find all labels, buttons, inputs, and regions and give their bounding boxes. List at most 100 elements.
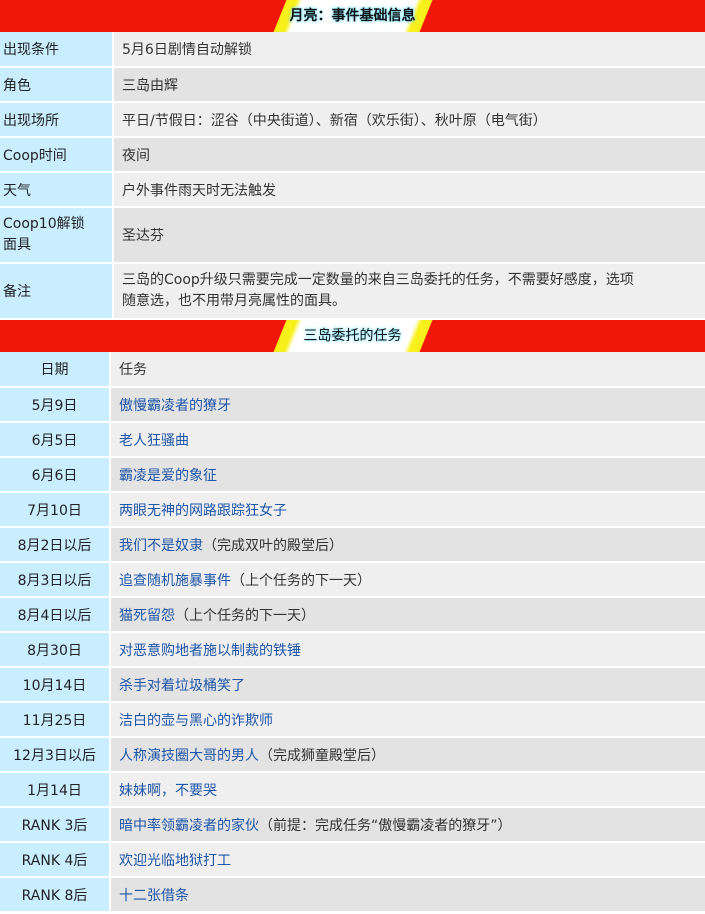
task-link[interactable]: 欢迎光临地狱打工 — [119, 853, 231, 869]
task-date: 6月6日 — [0, 457, 111, 493]
task-link[interactable]: 老人狂骚曲 — [119, 433, 189, 449]
info-row-condition: 出现条件 5月6日剧情自动解锁 — [0, 32, 705, 68]
task-link[interactable]: 对恶意购地者施以制裁的铁锤 — [119, 643, 301, 659]
task-link[interactable]: 暗中率领霸凌者的家伙 — [119, 818, 259, 834]
task-cell: 傲慢霸凌者的獠牙 — [110, 387, 705, 423]
task-link[interactable]: 傲慢霸凌者的獠牙 — [119, 398, 231, 414]
task-cell: 杀手对着垃圾桶笑了 — [110, 667, 705, 703]
task-link[interactable]: 猫死留怨 — [119, 608, 175, 624]
task-row: 8月3日以后 追查随机施暴事件（上个任务的下一天） — [0, 562, 705, 598]
info-key-line: Coop10解锁 — [3, 216, 85, 232]
info-value-line: 三岛的Coop升级只需要完成一定数量的来自三岛委托的任务，不需要好感度，选项 — [122, 272, 634, 288]
info-value-line: 随意选，也不用带月亮属性的面具。 — [122, 293, 346, 309]
task-link[interactable]: 十二张借条 — [119, 888, 189, 904]
section-banner-tasks: 三岛委托的任务 — [0, 320, 705, 352]
info-key: 备注 — [0, 263, 114, 320]
task-row: 8月4日以后 猫死留怨（上个任务的下一天） — [0, 597, 705, 633]
task-cell: 十二张借条 — [110, 877, 705, 913]
task-date: 10月14日 — [0, 667, 111, 703]
task-list: 5月9日 傲慢霸凌者的獠牙 6月5日 老人狂骚曲 6月6日 霸凌是爱的象征 7月10日 两眼无… — [0, 387, 705, 913]
section-banner-info: 月亮：事件基础信息 — [0, 0, 705, 32]
info-key: Coop时间 — [0, 137, 114, 173]
task-row: 5月9日 傲慢霸凌者的獠牙 — [0, 387, 705, 423]
task-date: RANK 4后 — [0, 842, 111, 878]
task-link[interactable]: 两眼无神的网路跟踪狂女子 — [119, 503, 287, 519]
task-date: 7月10日 — [0, 492, 111, 528]
task-row: 11月25日 洁白的壶与黑心的诈欺师 — [0, 702, 705, 738]
task-date: 5月9日 — [0, 387, 111, 423]
task-note: （上个任务的下一天） — [175, 607, 315, 624]
task-cell: 我们不是奴隶（完成双叶的殿堂后） — [110, 527, 705, 563]
task-date: 12月3日以后 — [0, 737, 111, 773]
task-date: 11月25日 — [0, 702, 111, 738]
task-cell: 欢迎光临地狱打工 — [110, 842, 705, 878]
info-key: Coop10解锁 面具 — [0, 207, 114, 264]
task-row: 6月6日 霸凌是爱的象征 — [0, 457, 705, 493]
info-key: 天气 — [0, 172, 114, 208]
tasks-header-row: 日期 任务 — [0, 352, 705, 388]
info-value: 平日/节假日：涩谷（中央街道）、新宿（欢乐街）、秋叶原（电气街） — [113, 102, 705, 138]
info-row-weather: 天气 户外事件雨天时无法触发 — [0, 172, 705, 208]
info-key-line: 面具 — [3, 237, 31, 253]
task-cell: 妹妹啊，不要哭 — [110, 772, 705, 808]
info-value: 三岛由辉 — [113, 67, 705, 103]
tasks-table: 日期 任务 5月9日 傲慢霸凌者的獠牙 6月5日 老人狂骚曲 6月6日 霸凌是爱的象征 7月… — [0, 352, 705, 913]
task-cell: 两眼无神的网路跟踪狂女子 — [110, 492, 705, 528]
task-cell: 对恶意购地者施以制裁的铁锤 — [110, 632, 705, 668]
task-link[interactable]: 我们不是奴隶 — [119, 538, 203, 554]
info-row-location: 出现场所 平日/节假日：涩谷（中央街道）、新宿（欢乐街）、秋叶原（电气街） — [0, 102, 705, 138]
task-row: 6月5日 老人狂骚曲 — [0, 422, 705, 458]
info-value: 户外事件雨天时无法触发 — [113, 172, 705, 208]
info-value: 夜间 — [113, 137, 705, 173]
info-table: 出现条件 5月6日剧情自动解锁 角色 三岛由辉 出现场所 平日/节假日：涩谷（中… — [0, 32, 705, 320]
info-value: 三岛的Coop升级只需要完成一定数量的来自三岛委托的任务，不需要好感度，选项 随… — [113, 263, 705, 320]
task-cell: 老人狂骚曲 — [110, 422, 705, 458]
info-value: 5月6日剧情自动解锁 — [113, 32, 705, 68]
task-cell: 人称演技圈大哥的男人（完成狮童殿堂后） — [110, 737, 705, 773]
task-cell: 暗中率领霸凌者的家伙（前提：完成任务“傲慢霸凌者的獠牙”） — [110, 807, 705, 843]
task-cell: 霸凌是爱的象征 — [110, 457, 705, 493]
task-date: 1月14日 — [0, 772, 111, 808]
info-key: 出现条件 — [0, 32, 114, 68]
info-row-coop-time: Coop时间 夜间 — [0, 137, 705, 173]
task-row: 7月10日 两眼无神的网路跟踪狂女子 — [0, 492, 705, 528]
task-link[interactable]: 洁白的壶与黑心的诈欺师 — [119, 713, 273, 729]
task-link[interactable]: 妹妹啊，不要哭 — [119, 783, 217, 799]
task-note: （完成双叶的殿堂后） — [203, 537, 343, 554]
task-date: 8月30日 — [0, 632, 111, 668]
info-row-notes: 备注 三岛的Coop升级只需要完成一定数量的来自三岛委托的任务，不需要好感度，选… — [0, 263, 705, 320]
task-link[interactable]: 人称演技圈大哥的男人 — [119, 748, 259, 764]
task-link[interactable]: 杀手对着垃圾桶笑了 — [119, 678, 245, 694]
info-key: 出现场所 — [0, 102, 114, 138]
task-row: RANK 8后 十二张借条 — [0, 877, 705, 913]
task-row: 12月3日以后 人称演技圈大哥的男人（完成狮童殿堂后） — [0, 737, 705, 773]
task-date: RANK 8后 — [0, 877, 111, 913]
task-row: RANK 4后 欢迎光临地狱打工 — [0, 842, 705, 878]
section-title-info: 月亮：事件基础信息 — [289, 8, 416, 24]
info-row-unlock-mask: Coop10解锁 面具 圣达芬 — [0, 207, 705, 264]
task-link[interactable]: 追查随机施暴事件 — [119, 573, 231, 589]
task-row: 10月14日 杀手对着垃圾桶笑了 — [0, 667, 705, 703]
info-row-character: 角色 三岛由辉 — [0, 67, 705, 103]
info-key: 角色 — [0, 67, 114, 103]
task-note: （前提：完成任务“傲慢霸凌者的獠牙”） — [259, 817, 512, 834]
column-header-task: 任务 — [110, 352, 705, 388]
task-row: 8月2日以后 我们不是奴隶（完成双叶的殿堂后） — [0, 527, 705, 563]
task-row: 8月30日 对恶意购地者施以制裁的铁锤 — [0, 632, 705, 668]
task-date: RANK 3后 — [0, 807, 111, 843]
column-header-date: 日期 — [0, 352, 111, 388]
task-cell: 洁白的壶与黑心的诈欺师 — [110, 702, 705, 738]
task-cell: 猫死留怨（上个任务的下一天） — [110, 597, 705, 633]
task-cell: 追查随机施暴事件（上个任务的下一天） — [110, 562, 705, 598]
task-link[interactable]: 霸凌是爱的象征 — [119, 468, 217, 484]
task-date: 8月3日以后 — [0, 562, 111, 598]
task-date: 8月2日以后 — [0, 527, 111, 563]
info-value: 圣达芬 — [113, 207, 705, 264]
task-row: RANK 3后 暗中率领霸凌者的家伙（前提：完成任务“傲慢霸凌者的獠牙”） — [0, 807, 705, 843]
task-note: （完成狮童殿堂后） — [259, 747, 385, 764]
task-row: 1月14日 妹妹啊，不要哭 — [0, 772, 705, 808]
section-title-tasks: 三岛委托的任务 — [303, 328, 402, 344]
task-date: 6月5日 — [0, 422, 111, 458]
task-date: 8月4日以后 — [0, 597, 111, 633]
task-note: （上个任务的下一天） — [231, 572, 371, 589]
